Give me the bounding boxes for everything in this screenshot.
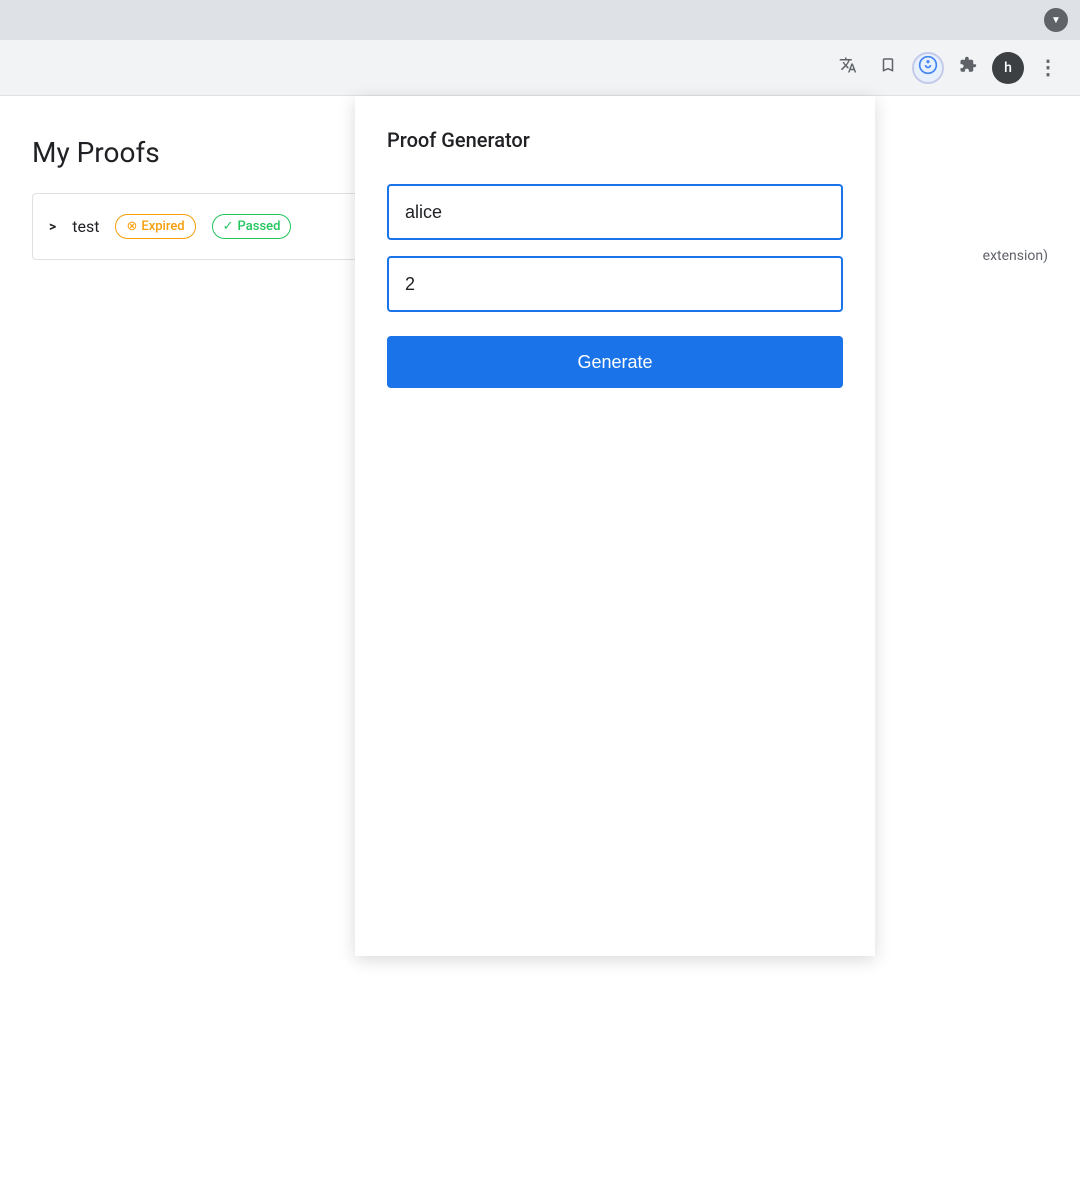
avatar-label: h [1004, 60, 1012, 76]
extension-text: extension) [983, 248, 1048, 264]
translate-icon [839, 56, 857, 79]
popup-title: Proof Generator [387, 128, 843, 152]
generate-button[interactable]: Generate [387, 336, 843, 388]
bookmark-icon [879, 56, 897, 79]
passed-badge: ✓ Passed [212, 214, 292, 239]
puzzle-button[interactable] [952, 52, 984, 84]
user-avatar-button[interactable]: h [992, 52, 1024, 84]
extension-active-button[interactable] [912, 52, 944, 84]
puzzle-icon [959, 56, 977, 79]
name-input[interactable] [387, 184, 843, 240]
chrome-dropdown-button[interactable]: ▼ [1044, 8, 1068, 32]
chrome-top-bar: ▼ [0, 0, 1080, 40]
proof-name: test [72, 217, 99, 236]
expired-badge: ⊗ Expired [115, 214, 195, 239]
chrome-toolbar: h ⋮ [0, 40, 1080, 96]
extension-popup: Proof Generator Generate [355, 96, 875, 956]
expired-badge-label: Expired [141, 219, 184, 234]
more-button[interactable]: ⋮ [1032, 52, 1064, 84]
chevron-icon[interactable]: > [49, 219, 56, 235]
active-extension-icon [918, 55, 938, 80]
passed-badge-icon: ✓ [223, 219, 234, 234]
dropdown-icon: ▼ [1051, 15, 1061, 26]
passed-badge-label: Passed [238, 219, 281, 234]
bookmark-button[interactable] [872, 52, 904, 84]
background-page: My Proofs > test ⊗ Expired ✓ Passed exte… [0, 96, 1080, 1189]
number-input[interactable] [387, 256, 843, 312]
more-icon: ⋮ [1038, 55, 1058, 80]
expired-badge-icon: ⊗ [126, 219, 137, 234]
translate-button[interactable] [832, 52, 864, 84]
